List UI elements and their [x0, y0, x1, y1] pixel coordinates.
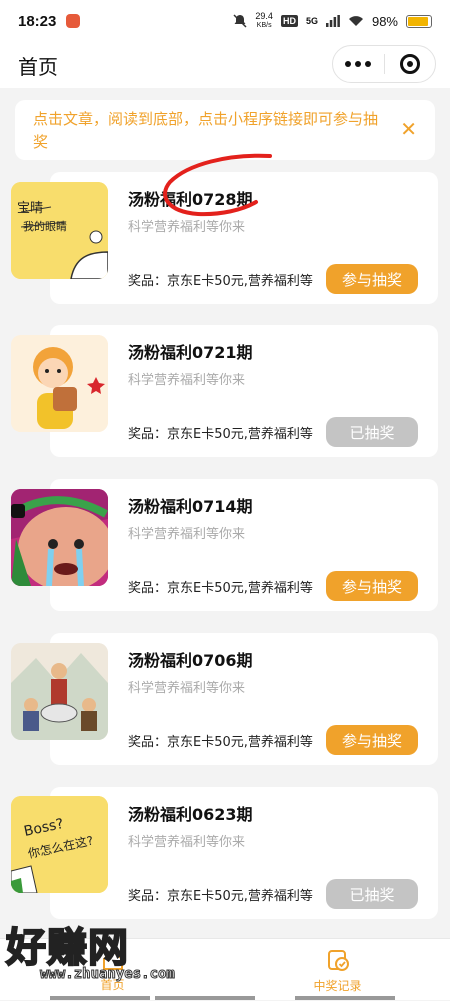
card-thumbnail: Boss? 你怎么在这? [11, 796, 108, 893]
battery-icon [406, 14, 432, 28]
card-title: 汤粉福利0721期 [128, 343, 253, 362]
notice-text: 点击文章，阅读到底部，点击小程序链接即可参与抽奖 [33, 110, 379, 151]
target-icon [399, 54, 420, 74]
miniprogram-capsule [332, 45, 436, 83]
tab-records[interactable]: 中奖记录 [225, 939, 450, 1001]
cartoon-image [11, 643, 108, 740]
gesture-bar [50, 996, 150, 1000]
card-title: 汤粉福利0706期 [128, 651, 253, 670]
card-thumbnail [11, 489, 108, 586]
card-prize: 奖品：京东E卡50元,营养福利等 [128, 274, 313, 289]
close-icon[interactable]: ✕ [400, 119, 417, 139]
join-lottery-button[interactable]: 参与抽奖 [326, 571, 418, 601]
card-subtitle: 科学营养福利等你来 [128, 373, 246, 388]
card-prize: 奖品：京东E卡50元,营养福利等 [128, 581, 313, 596]
network-5g: 5G [305, 16, 318, 26]
card-thumbnail [11, 643, 108, 740]
svg-text:我的眼睛: 我的眼睛 [23, 219, 67, 233]
join-lottery-button[interactable]: 参与抽奖 [326, 725, 418, 755]
thumb-caption: 宝晴 [17, 201, 43, 216]
lottery-card[interactable]: 汤粉福利0623期 科学营养福利等你来 奖品：京东E卡50元,营养福利等 已抽奖 [50, 787, 438, 919]
tab-records-label: 中奖记录 [313, 978, 362, 993]
card-prize: 奖品：京东E卡50元,营养福利等 [128, 735, 313, 750]
notice-banner: 点击文章，阅读到底部，点击小程序链接即可参与抽奖 ✕ [15, 100, 435, 160]
card-title: 汤粉福利0714期 [128, 497, 253, 516]
red-pen-annotation [163, 153, 272, 217]
gesture-bar [295, 996, 395, 1000]
lottery-card[interactable]: 汤粉福利0714期 科学营养福利等你来 奖品：京东E卡50元,营养福利等 参与抽… [50, 479, 438, 611]
cartoon-image [11, 489, 108, 586]
card-prize: 奖品：京东E卡50元,营养福利等 [128, 889, 313, 904]
app-notification-icon [66, 14, 81, 28]
card-prize: 奖品：京东E卡50元,营养福利等 [128, 427, 313, 442]
lottery-card[interactable]: 汤粉福利0728期 科学营养福利等你来 奖品：京东E卡50元,营养福利等 参与抽… [50, 153, 438, 304]
mute-bell-icon [233, 14, 247, 28]
close-miniprogram-button[interactable] [384, 54, 435, 74]
net-speed-value: 29.4 [255, 11, 273, 21]
cartoon-image: Boss? 你怎么在这? [11, 796, 108, 893]
hd-badge: HD [280, 15, 298, 27]
join-lottery-button[interactable]: 参与抽奖 [326, 264, 418, 294]
card-subtitle: 科学营养福利等你来 [128, 835, 246, 850]
net-speed-unit: KB/s [256, 22, 272, 29]
more-menu-button[interactable] [333, 61, 384, 67]
cartoon-image [11, 335, 108, 432]
gesture-bar [155, 996, 255, 1000]
status-bar: 18:23 29.4 KB/s HD 5G 98% [0, 0, 450, 42]
nav-bar: 首页 [0, 42, 450, 88]
card-title: 汤粉福利0623期 [128, 805, 253, 824]
already-drawn-button[interactable]: 已抽奖 [326, 417, 418, 447]
page-title: 首页 [18, 54, 58, 79]
watermark-url: www.zhuanyes.com [40, 966, 176, 983]
lottery-card[interactable]: 汤粉福利0706期 科学营养福利等你来 奖品：京东E卡50元,营养福利等 参与抽… [50, 633, 438, 765]
cartoon-image: 宝晴 我的眼睛 [11, 182, 108, 279]
card-subtitle: 科学营养福利等你来 [128, 681, 246, 696]
card-thumbnail [11, 335, 108, 432]
wifi-icon [348, 16, 363, 26]
already-drawn-button[interactable]: 已抽奖 [326, 879, 418, 909]
status-time: 18:23 [18, 12, 57, 30]
battery-percent: 98% [371, 13, 398, 29]
watermark-logo: 好赚网 [5, 924, 129, 972]
card-thumbnail: 宝晴 我的眼睛 [11, 182, 108, 279]
signal-icon [325, 15, 340, 27]
status-icons: 29.4 KB/s HD 5G 98% [233, 12, 432, 30]
prize-record-icon [327, 949, 349, 971]
lottery-card[interactable]: 汤粉福利0721期 科学营养福利等你来 奖品：京东E卡50元,营养福利等 已抽奖 [50, 325, 438, 457]
net-speed: 29.4 KB/s [255, 12, 273, 30]
card-subtitle: 科学营养福利等你来 [128, 527, 246, 542]
